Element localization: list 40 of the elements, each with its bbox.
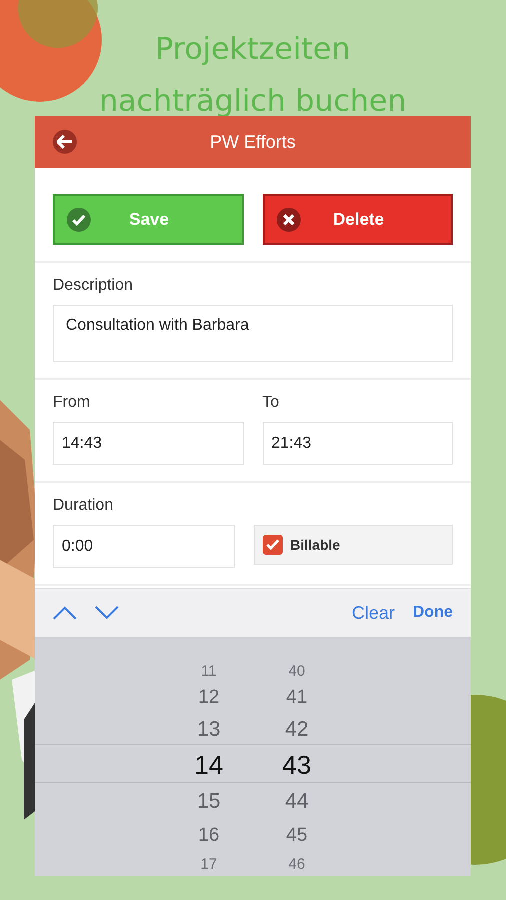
headline: Projektzeiten [155,31,351,69]
chevron-up-icon [53,606,77,620]
picker-value[interactable]: 15 [197,784,221,820]
screen-title: PW Efforts [210,132,296,152]
headline: nachträglich buchen [99,83,407,121]
picker-value[interactable]: 16 [198,820,220,852]
billable-checkbox[interactable]: Billable [254,525,453,565]
description-field[interactable]: Consultation with Barbara [53,305,453,362]
field-label: Duration [53,497,114,515]
picker-value[interactable]: 46 [288,852,306,876]
done-button[interactable]: Done [413,604,453,622]
previous-button[interactable] [53,606,77,620]
field-label: Description [53,277,134,295]
picker-value[interactable]: 45 [286,820,308,852]
next-button[interactable] [95,606,119,620]
picker-value[interactable]: 17 [200,852,218,876]
picker-value[interactable]: 40 [288,659,306,683]
check-icon [266,539,280,551]
chevron-down-icon [95,606,119,620]
picker-value[interactable]: 42 [285,713,309,747]
check-icon [67,208,91,232]
field-label: To [262,394,280,412]
picker-value[interactable]: 43 [282,747,312,784]
picker-value[interactable]: 11 [201,659,217,683]
close-icon [276,208,300,232]
delete-button[interactable]: Delete [262,194,453,245]
clear-button[interactable]: Clear [352,602,395,624]
time-field[interactable]: 14:43 [53,422,244,465]
picker-value[interactable]: 12 [198,683,220,713]
checkbox[interactable] [262,535,282,555]
picker-value[interactable]: 14 [194,747,224,784]
time-field[interactable]: 21:43 [262,422,453,465]
duration-field[interactable]: 0:00 [53,525,234,568]
back-button[interactable] [53,130,77,154]
picker-value[interactable]: 44 [285,784,309,820]
back-arrow-icon [57,135,73,149]
field-label: From [53,394,92,412]
save-button[interactable]: Save [53,194,244,245]
picker-value[interactable]: 41 [286,683,308,713]
picker-value[interactable]: 13 [197,713,221,747]
